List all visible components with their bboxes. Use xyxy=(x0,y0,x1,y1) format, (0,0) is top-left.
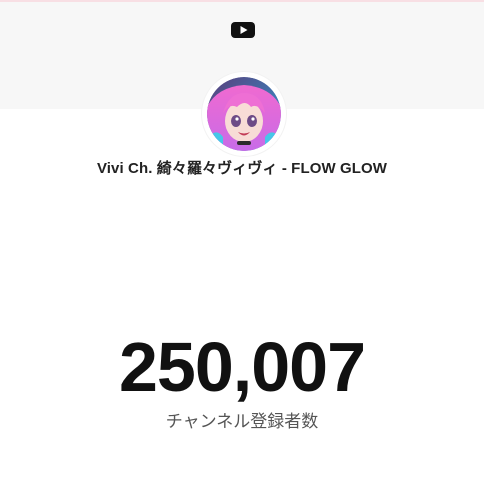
youtube-icon[interactable] xyxy=(231,20,255,40)
subscriber-counter-page: Vivi Ch. 綺々羅々ヴィヴィ - FLOW GLOW 250,007 チャ… xyxy=(0,0,484,484)
channel-avatar[interactable] xyxy=(207,77,281,151)
subscriber-label: チャンネル登録者数 xyxy=(165,412,319,431)
channel-name[interactable]: Vivi Ch. 綺々羅々ヴィヴィ - FLOW GLOW xyxy=(0,157,484,178)
subscriber-count: 250,007 xyxy=(118,328,366,406)
